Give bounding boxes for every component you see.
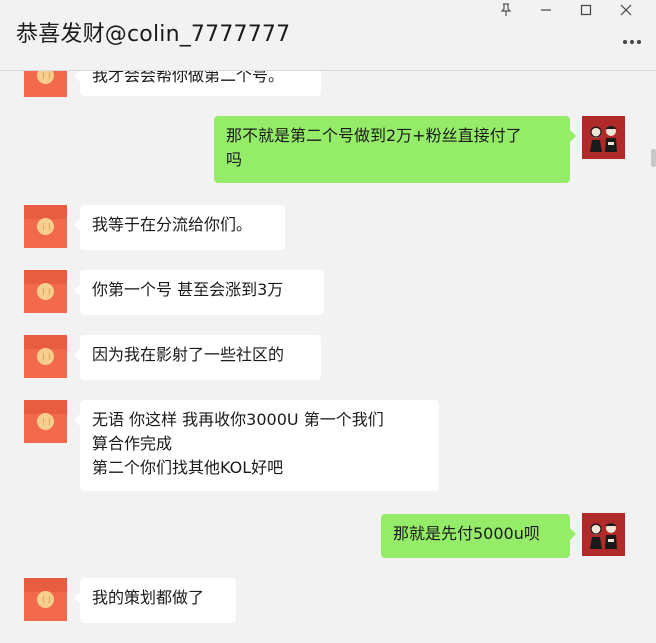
red-packet-flap-icon xyxy=(24,578,67,592)
minimize-icon[interactable] xyxy=(526,0,566,20)
red-packet-flap-icon xyxy=(24,400,67,414)
maximize-icon[interactable] xyxy=(566,0,606,20)
chat-title: 恭喜发财@colin_7777777 xyxy=(16,22,291,47)
contact-avatar[interactable] xyxy=(24,71,67,97)
coin-icon xyxy=(37,413,54,430)
message-bubble[interactable]: 那不就是第二个号做到2万+粉丝直接付了 吗 xyxy=(214,116,576,183)
title-bar: 恭喜发财@colin_7777777 xyxy=(0,0,656,71)
scrollbar[interactable] xyxy=(651,149,656,167)
more-icon[interactable] xyxy=(620,30,644,54)
red-packet-flap-icon xyxy=(24,335,67,349)
close-icon[interactable] xyxy=(606,0,646,20)
message-bubble[interactable]: 你第一个号 甚至会涨到3万 xyxy=(74,270,324,315)
red-packet-flap-icon xyxy=(24,270,67,284)
contact-avatar[interactable] xyxy=(24,400,67,443)
coin-icon xyxy=(37,348,54,365)
coin-icon xyxy=(37,71,54,84)
message-bubble[interactable]: 我的策划都做了 xyxy=(74,578,236,623)
message-bubble[interactable]: 无语 你这样 我再收你3000U 第一个我们 算合作完成 第二个你们找其他KOL… xyxy=(74,400,439,491)
contact-avatar[interactable] xyxy=(24,578,67,621)
message-bubble[interactable]: 那就是先付5000u呗 xyxy=(381,514,576,558)
window-controls xyxy=(486,0,646,20)
message-bubble[interactable]: 我才会会帮你做第二个号。 xyxy=(74,71,321,96)
coin-icon xyxy=(37,218,54,235)
two-figures-icon xyxy=(582,513,625,556)
two-figures-icon xyxy=(582,116,625,159)
coin-icon xyxy=(37,283,54,300)
message-bubble[interactable]: 因为我在影射了一些社区的 xyxy=(74,335,321,380)
message-bubble[interactable]: 我等于在分流给你们。 xyxy=(74,205,285,250)
user-avatar[interactable] xyxy=(582,116,625,159)
contact-avatar[interactable] xyxy=(24,335,67,378)
contact-avatar[interactable] xyxy=(24,205,67,248)
pin-icon[interactable] xyxy=(486,0,526,20)
user-avatar[interactable] xyxy=(582,513,625,556)
message-list[interactable]: 我才会会帮你做第二个号。 那不就是第二个号做到2万+粉丝直接付了 吗 我等于在分… xyxy=(0,71,656,643)
red-packet-flap-icon xyxy=(24,205,67,219)
coin-icon xyxy=(37,591,54,608)
contact-avatar[interactable] xyxy=(24,270,67,313)
